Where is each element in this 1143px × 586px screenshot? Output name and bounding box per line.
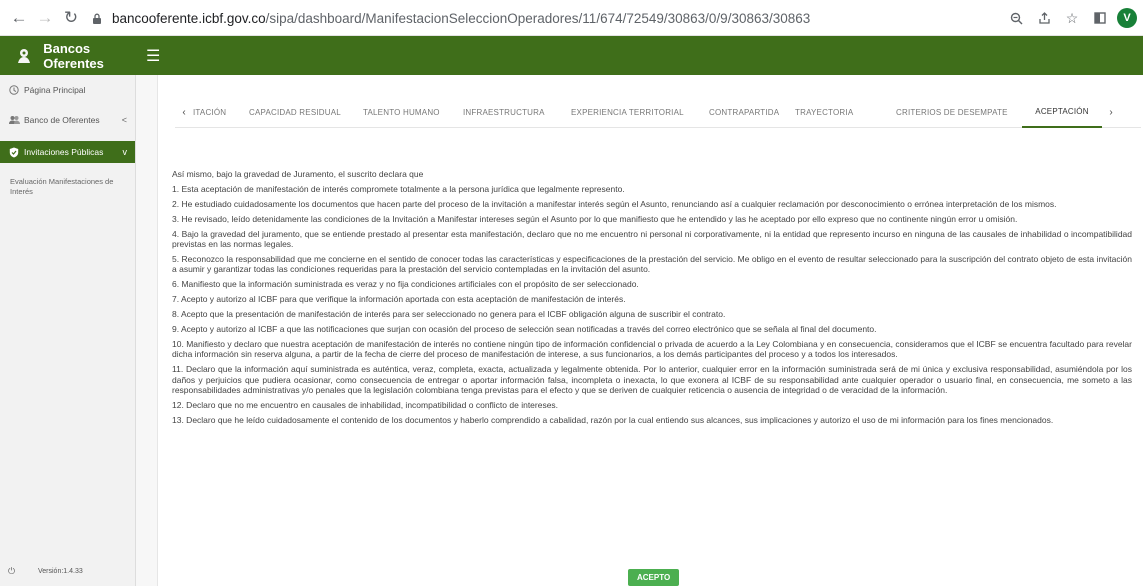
home-icon [8, 84, 20, 96]
tab-aceptacion[interactable]: ACEPTACIÓN [1022, 98, 1102, 128]
declaration-item: 10. Manifiesto y declaro que nuestra ace… [172, 338, 1132, 360]
forward-icon[interactable]: → [34, 7, 56, 29]
declaration-item: 3. He revisado, leído detenidamente las … [172, 213, 1018, 224]
profile-avatar[interactable]: V [1117, 8, 1137, 28]
app-header: Bancos Oferentes ☰ [0, 36, 1143, 75]
address-bar[interactable]: bancooferente.icbf.gov.co/sipa/dashboard… [90, 6, 1138, 30]
sidebar-item-invitaciones-publicas[interactable]: Invitaciones Públicas v [0, 141, 135, 163]
sidebar-item-pagina-principal[interactable]: Página Principal [0, 75, 135, 105]
window-icon[interactable] [1089, 7, 1111, 29]
menu-toggle-icon[interactable]: ☰ [146, 46, 160, 66]
tab-trayectoria[interactable]: TRAYECTORIA [795, 98, 896, 128]
declaration-intro: Así mismo, bajo la gravedad de Juramento… [172, 169, 424, 179]
sidebar-item-label: Invitaciones Públicas [24, 147, 104, 157]
sidebar-footer: ⏻ Versión:1.4.33 [0, 556, 136, 586]
back-icon[interactable]: ← [8, 7, 30, 29]
sidebar-item-label: Página Principal [24, 85, 86, 95]
declaration-item: 9. Acepto y autorizo al ICBF a que las n… [172, 324, 877, 335]
sidebar-gap [136, 75, 158, 586]
declaration-item: 12. Declaro que no me encuentro en causa… [172, 400, 559, 411]
tab-scroll-left-icon[interactable]: ‹ [175, 98, 193, 128]
tab-scroll-right-icon[interactable]: › [1102, 98, 1120, 128]
tab-experiencia-territorial[interactable]: EXPERIENCIA TERRITORIAL [571, 98, 709, 128]
star-icon[interactable]: ☆ [1061, 7, 1083, 29]
tab-contrapartida[interactable]: CONTRAPARTIDA [709, 98, 795, 128]
main-panel: ‹ ITACIÓN CAPACIDAD RESIDUAL TALENTO HUM… [158, 75, 1143, 586]
declaration-text: Así mismo, bajo la gravedad de Juramento… [172, 169, 1132, 430]
chevron-left-icon: < [121, 115, 127, 125]
chevron-down-icon: v [122, 147, 128, 157]
share-icon[interactable] [1033, 7, 1055, 29]
reload-icon[interactable]: ↻ [60, 7, 82, 29]
sidebar-item-banco-oferentes[interactable]: Banco de Oferentes < [0, 105, 135, 135]
lock-icon[interactable] [90, 11, 104, 25]
tab-infraestructura[interactable]: INFRAESTRUCTURA [463, 98, 571, 128]
declaration-item: 1. Esta aceptación de manifestación de i… [172, 183, 625, 194]
tab-criterios-desempate[interactable]: CRITERIOS DE DESEMPATE [896, 98, 1022, 128]
declaration-item: 13. Declaro que he leído cuidadosamente … [172, 415, 1054, 426]
declaration-item: 8. Acepto que la presentación de manifes… [172, 309, 726, 320]
declaration-item: 2. He estudiado cuidadosamente los docum… [172, 198, 1057, 209]
declaration-item: 11. Declaro que la información aquí sumi… [172, 364, 1132, 396]
tab-bar: ‹ ITACIÓN CAPACIDAD RESIDUAL TALENTO HUM… [175, 98, 1141, 128]
url-host: bancooferente.icbf.gov.co [112, 10, 266, 26]
tab-talento-humano[interactable]: TALENTO HUMANO [363, 98, 463, 128]
accept-button[interactable]: ACEPTO [628, 569, 680, 586]
url-path: /sipa/dashboard/ManifestacionSeleccionOp… [265, 10, 811, 26]
declaration-item: 5. Reconozco la responsabilidad que me c… [172, 253, 1132, 275]
power-icon[interactable]: ⏻ [8, 566, 20, 577]
brand[interactable]: Bancos Oferentes [0, 36, 150, 75]
sidebar-item-label: Banco de Oferentes [24, 115, 100, 125]
declaration-item: 4. Bajo la gravedad del juramento, que s… [172, 228, 1132, 250]
shield-icon [8, 146, 20, 158]
users-icon [8, 114, 20, 126]
declaration-item: 6. Manifiesto que la información suminis… [172, 279, 639, 290]
tab-capacidad-residual[interactable]: CAPACIDAD RESIDUAL [249, 98, 363, 128]
accept-wrap: ACEPTO [628, 567, 680, 586]
version-label: Versión:1.4.33 [38, 567, 83, 575]
icbf-logo-icon [14, 46, 33, 66]
tab-invitacion[interactable]: ITACIÓN [193, 98, 249, 128]
sidebar-subitem-evaluacion[interactable]: Evaluación Manifestaciones de Interés [0, 163, 135, 197]
zoom-icon[interactable] [1005, 7, 1027, 29]
sidebar: Página Principal Banco de Oferentes < In… [0, 75, 136, 586]
declaration-item: 7. Acepto y autorizo al ICBF para que ve… [172, 294, 626, 305]
browser-toolbar: ← → ↻ bancooferente.icbf.gov.co/sipa/das… [0, 0, 1143, 36]
brand-name: Bancos Oferentes [43, 40, 104, 71]
